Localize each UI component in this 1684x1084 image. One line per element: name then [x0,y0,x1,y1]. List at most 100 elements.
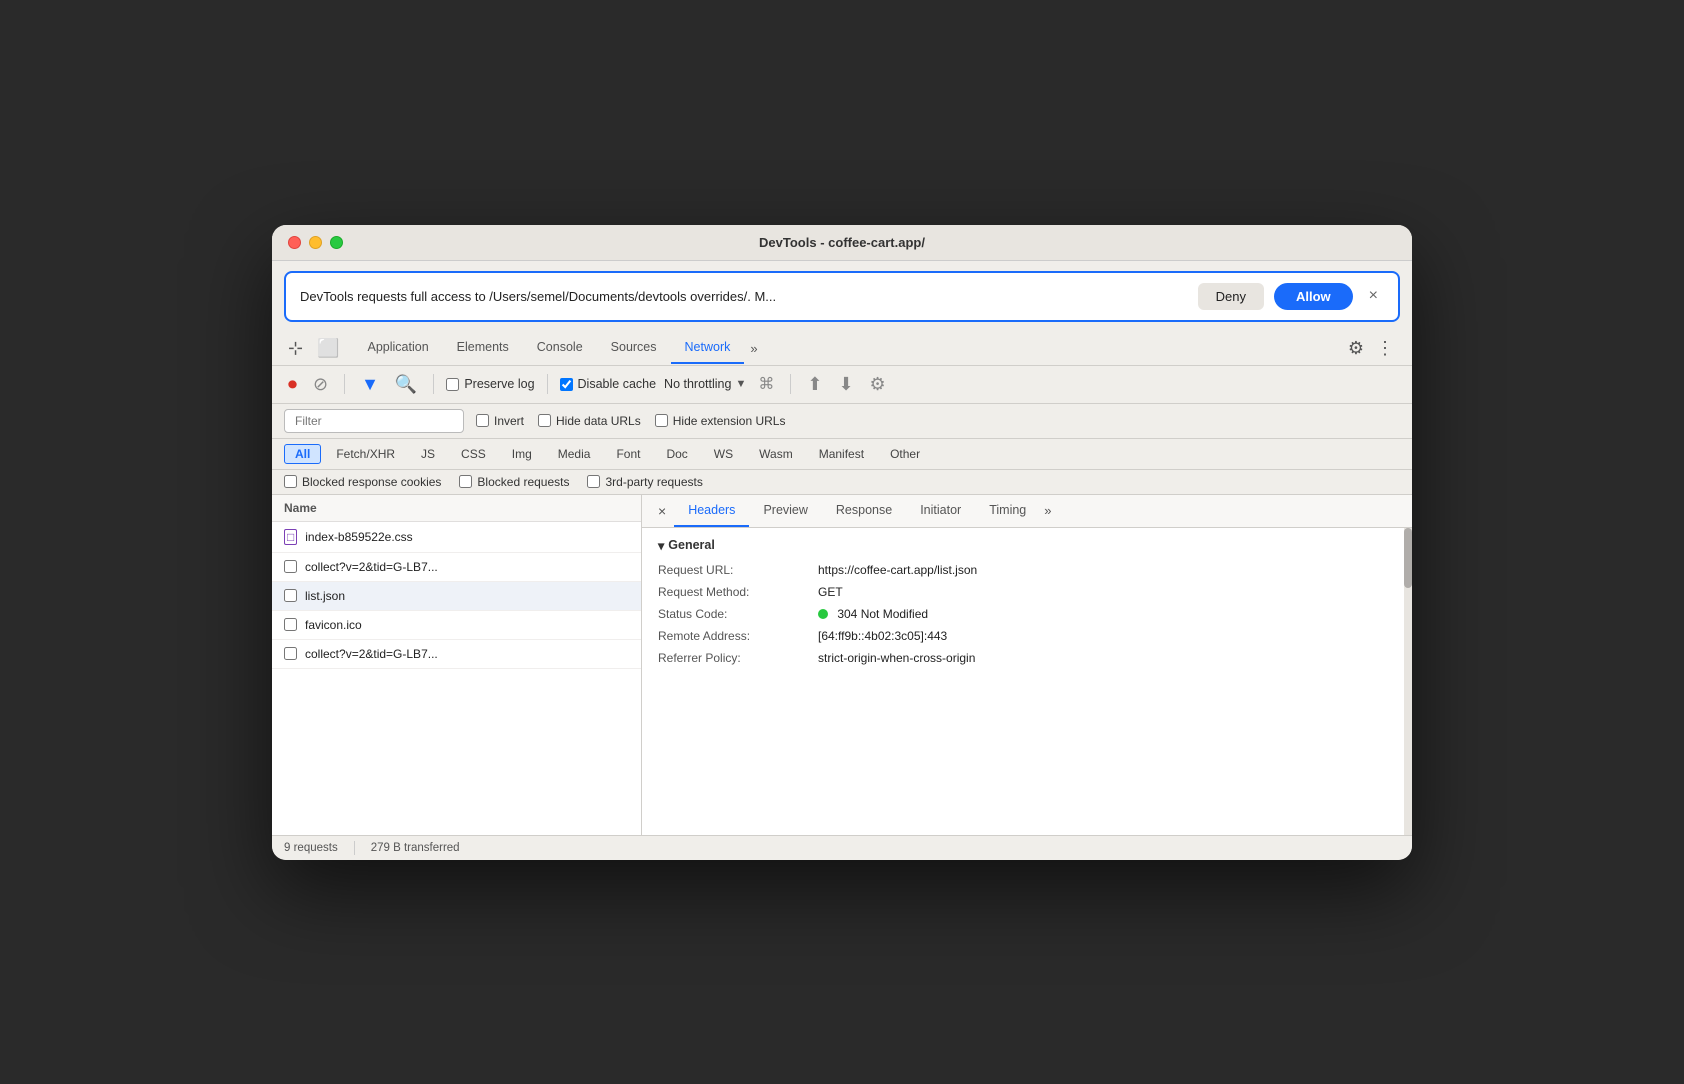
close-button[interactable] [288,236,301,249]
filter-all[interactable]: All [284,444,321,464]
tab-application[interactable]: Application [354,332,443,364]
blocked-requests-label[interactable]: Blocked requests [459,475,569,489]
detail-row-remote: Remote Address: [64:ff9b::4b02:3c05]:443 [658,629,1396,643]
maximize-button[interactable] [330,236,343,249]
devtools-tabs: ⊹ ⬜ Application Elements Console Sources… [272,332,1412,366]
tab-elements[interactable]: Elements [443,332,523,364]
third-party-label[interactable]: 3rd-party requests [587,475,702,489]
filter-input[interactable] [284,409,464,433]
third-party-checkbox[interactable] [587,475,600,488]
hide-extension-urls-checkbox[interactable] [655,414,668,427]
file-checkbox[interactable] [284,647,297,660]
file-checkbox[interactable] [284,618,297,631]
tabs-more-button[interactable]: » [744,333,763,364]
blocked-requests-checkbox[interactable] [459,475,472,488]
list-item[interactable]: collect?v=2&tid=G-LB7... [272,553,641,582]
filter-button[interactable]: ▼ [357,372,383,397]
filter-bar: Invert Hide data URLs Hide extension URL… [272,404,1412,439]
file-name: favicon.ico [305,618,629,632]
tab-icons: ⊹ ⬜ [284,332,344,365]
toolbar-divider-1 [344,374,345,394]
filter-doc[interactable]: Doc [655,444,698,464]
filter-js[interactable]: JS [410,444,446,464]
file-name: list.json [305,589,629,603]
filter-wasm[interactable]: Wasm [748,444,804,464]
banner-close-button[interactable]: × [1363,285,1384,307]
filter-media[interactable]: Media [547,444,602,464]
file-name: index-b859522e.css [305,530,629,544]
upload-button[interactable]: ⬆ [803,372,826,397]
details-tabs: × Headers Preview Response Initiator Tim… [642,495,1412,528]
allow-button[interactable]: Allow [1274,283,1353,310]
tab-console[interactable]: Console [523,332,597,364]
hide-data-urls-label[interactable]: Hide data URLs [538,414,641,428]
status-bar: 9 requests 279 B transferred [272,835,1412,860]
file-list: Name □ index-b859522e.css collect?v=2&ti… [272,495,642,835]
search-button[interactable]: 🔍 [391,372,421,397]
hide-data-urls-checkbox[interactable] [538,414,551,427]
filter-checkboxes: Invert Hide data URLs Hide extension URL… [476,414,785,428]
deny-button[interactable]: Deny [1198,283,1264,310]
file-name: collect?v=2&tid=G-LB7... [305,647,629,661]
permission-banner: DevTools requests full access to /Users/… [284,271,1400,322]
file-checkbox[interactable] [284,560,297,573]
list-item[interactable]: collect?v=2&tid=G-LB7... [272,640,641,669]
blocked-cookies-label[interactable]: Blocked response cookies [284,475,441,489]
filter-manifest[interactable]: Manifest [808,444,875,464]
list-item[interactable]: □ index-b859522e.css [272,522,641,553]
wifi-icon-button[interactable]: ⌘ [754,372,778,396]
network-toolbar: ⏺ ⊘ ▼ 🔍 Preserve log Disable cache No th… [272,366,1412,404]
general-section-header: ▾ General [658,538,1396,553]
title-bar: DevTools - coffee-cart.app/ [272,225,1412,261]
requests-count: 9 requests [284,842,338,854]
detail-row-status: Status Code: 304 Not Modified [658,607,1396,621]
list-item[interactable]: favicon.ico [272,611,641,640]
filter-css[interactable]: CSS [450,444,497,464]
invert-checkbox[interactable] [476,414,489,427]
file-checkbox[interactable] [284,589,297,602]
filter-font[interactable]: Font [605,444,651,464]
preserve-log-label[interactable]: Preserve log [446,377,534,391]
tab-initiator[interactable]: Initiator [906,495,975,527]
clear-button[interactable]: ⊘ [309,372,332,397]
tab-network[interactable]: Network [671,332,745,364]
detail-value: https://coffee-cart.app/list.json [818,563,1396,577]
details-close-button[interactable]: × [650,495,674,527]
devtools-menu-button[interactable]: ⋮ [1370,334,1400,363]
scrollbar-thumb[interactable] [1404,528,1412,588]
toolbar-divider-2 [433,374,434,394]
detail-key: Remote Address: [658,629,818,643]
tab-preview[interactable]: Preview [749,495,821,527]
filter-fetch-xhr[interactable]: Fetch/XHR [325,444,406,464]
traffic-lights [288,236,343,249]
cursor-icon-button[interactable]: ⊹ [284,332,307,365]
hide-extension-urls-label[interactable]: Hide extension URLs [655,414,786,428]
blocked-cookies-checkbox[interactable] [284,475,297,488]
details-tabs-more[interactable]: » [1040,495,1055,526]
record-stop-button[interactable]: ⏺ [284,372,301,397]
list-item[interactable]: list.json [272,582,641,611]
details-content: ▾ General Request URL: https://coffee-ca… [642,528,1412,835]
details-panel-inner: ▾ General Request URL: https://coffee-ca… [642,528,1412,835]
preserve-log-checkbox[interactable] [446,378,459,391]
disable-cache-checkbox[interactable] [560,378,573,391]
download-button[interactable]: ⬇ [834,372,857,397]
devtools-settings-button[interactable]: ⚙ [1342,334,1370,363]
tab-headers[interactable]: Headers [674,495,749,527]
tab-sources[interactable]: Sources [597,332,671,364]
tab-response[interactable]: Response [822,495,906,527]
invert-label[interactable]: Invert [476,414,524,428]
filter-ws[interactable]: WS [703,444,744,464]
network-settings-button[interactable]: ⚙ [866,372,890,397]
minimize-button[interactable] [309,236,322,249]
scrollbar-track[interactable] [1404,528,1412,835]
detail-row-url: Request URL: https://coffee-cart.app/lis… [658,563,1396,577]
tab-timing[interactable]: Timing [975,495,1040,527]
section-title: General [668,538,715,552]
filter-img[interactable]: Img [501,444,543,464]
toolbar-divider-3 [547,374,548,394]
permission-text: DevTools requests full access to /Users/… [300,289,1188,304]
disable-cache-label[interactable]: Disable cache [560,377,657,391]
filter-other[interactable]: Other [879,444,931,464]
device-icon-button[interactable]: ⬜ [313,332,343,365]
